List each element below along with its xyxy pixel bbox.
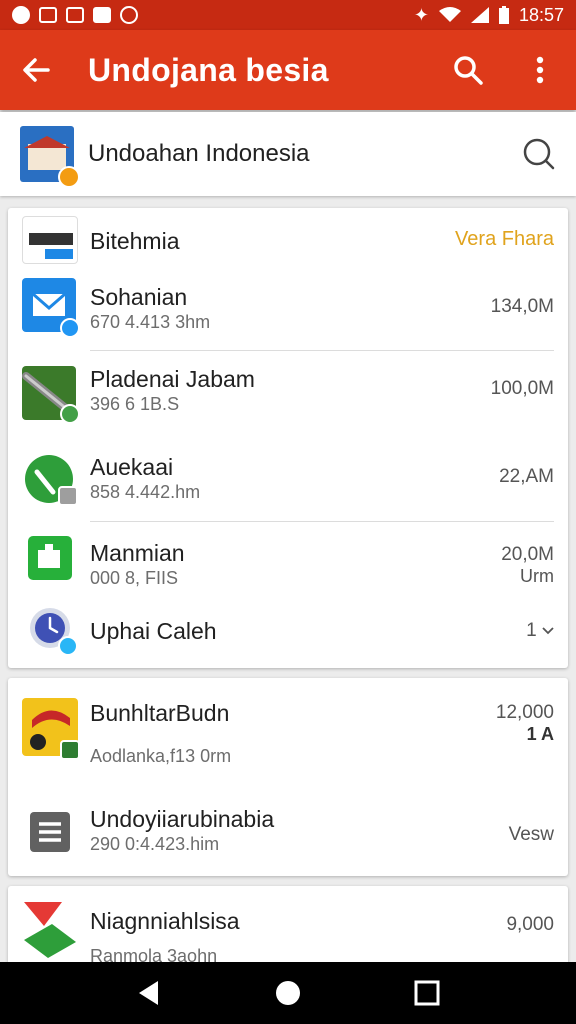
recents-square-icon[interactable] xyxy=(414,980,440,1006)
search-icon xyxy=(454,56,483,85)
item-detail: Aodlanka,f13 0rm xyxy=(90,746,232,766)
list-item[interactable]: Undoyiiarubinabia 290 0:4.423.him Vesw xyxy=(8,798,568,868)
item-detail: 670 4.413 3hm xyxy=(90,312,211,332)
more-vert-icon xyxy=(536,56,544,84)
section-logo-icon xyxy=(22,216,78,264)
sim-icon xyxy=(39,7,57,23)
wifi-icon xyxy=(438,7,461,22)
item-count: 1 xyxy=(526,620,537,641)
image-icon xyxy=(66,7,84,23)
item-name: Sohanian xyxy=(90,284,188,310)
item-detail: 290 0:4.423.him xyxy=(90,834,220,854)
mail-icon xyxy=(93,7,111,23)
item-value: 20,0M xyxy=(501,544,554,565)
header-title: Undoahan Indonesia xyxy=(88,140,310,167)
battery-icon xyxy=(498,6,509,24)
item-value: 134,0M xyxy=(490,296,554,317)
item-name: Auekaai xyxy=(90,454,174,480)
chevron-down-icon[interactable] xyxy=(542,626,554,636)
item-name: Uphai Caleh xyxy=(90,618,217,644)
badge-icon xyxy=(58,636,78,656)
app-bar-title: Undojana besia xyxy=(88,51,329,88)
status-bar: ✦ 18:57 xyxy=(0,0,576,30)
item-value: 100,0M xyxy=(490,378,554,399)
item-detail: 858 4.442.hm xyxy=(90,482,201,502)
divider xyxy=(90,350,554,351)
item-detail: 396 6 1B.S xyxy=(90,394,180,414)
signal-icon xyxy=(470,7,489,23)
section-card-2: BunhltarBudn Aodlanka,f13 0rm 12,000 1 A… xyxy=(8,678,568,876)
item-name: Undoyiiarubinabia xyxy=(90,806,275,832)
list-item[interactable]: Uphai Caleh 1 xyxy=(8,606,568,662)
divider xyxy=(90,521,554,522)
badge-icon xyxy=(60,404,80,424)
puzzle-app-icon xyxy=(28,536,72,580)
list-item[interactable]: Pladenai Jabam 396 6 1B.S 100,0M xyxy=(8,364,568,444)
search-icon[interactable] xyxy=(522,137,556,171)
more-options-button[interactable] xyxy=(504,30,576,110)
item-detail: 000 8, FIIS xyxy=(90,568,179,588)
notification-icon xyxy=(12,6,30,24)
navigation-bar xyxy=(0,962,576,1024)
list-item[interactable]: BunhltarBudn Aodlanka,f13 0rm 12,000 1 A xyxy=(8,696,568,786)
list-app-icon xyxy=(30,812,70,852)
vibrate-icon: ✦ xyxy=(413,4,429,25)
section-card-1: Bitehmia Vera Fhara Sohanian 670 4.413 3… xyxy=(8,208,568,668)
record-icon xyxy=(120,6,138,24)
item-name: BunhltarBudn xyxy=(90,700,230,726)
list-item[interactable]: Manmian 000 8, FIIS 20,0M Urm xyxy=(8,536,568,606)
section-title: Bitehmia xyxy=(90,228,180,254)
section-header: Bitehmia Vera Fhara xyxy=(8,208,568,272)
header-card[interactable]: Undoahan Indonesia xyxy=(0,112,576,196)
badge-icon xyxy=(60,318,80,338)
app-bar: Undojana besia xyxy=(0,30,576,110)
badge-icon xyxy=(60,740,80,760)
item-value-unit: 1 A xyxy=(526,724,554,744)
house-app-icon xyxy=(20,126,80,188)
item-value: 1 xyxy=(526,620,554,642)
status-time: 18:57 xyxy=(518,4,564,25)
home-circle-icon[interactable] xyxy=(274,979,302,1007)
item-value-unit: Urm xyxy=(520,566,554,586)
back-button[interactable] xyxy=(0,30,72,110)
item-value: 9,000 xyxy=(506,914,554,935)
list-item[interactable]: Auekaai 858 4.442.hm 22,AM xyxy=(8,452,568,532)
item-value: 12,000 xyxy=(495,702,554,723)
section-action-link[interactable]: Vera Fhara xyxy=(455,228,554,251)
item-name: Manmian xyxy=(90,540,185,566)
item-value: Vesw xyxy=(508,824,554,845)
badge-icon xyxy=(58,486,78,506)
back-triangle-icon[interactable] xyxy=(136,979,162,1007)
item-value: 22,AM xyxy=(499,466,554,487)
arrow-back-icon xyxy=(23,58,50,82)
list-item[interactable]: Sohanian 670 4.413 3hm 134,0M xyxy=(8,276,568,356)
search-button[interactable] xyxy=(432,30,504,110)
arrow-app-icon xyxy=(22,896,78,966)
item-name: Pladenai Jabam xyxy=(90,366,255,392)
item-name: Niagnniahlsisa xyxy=(90,908,240,934)
